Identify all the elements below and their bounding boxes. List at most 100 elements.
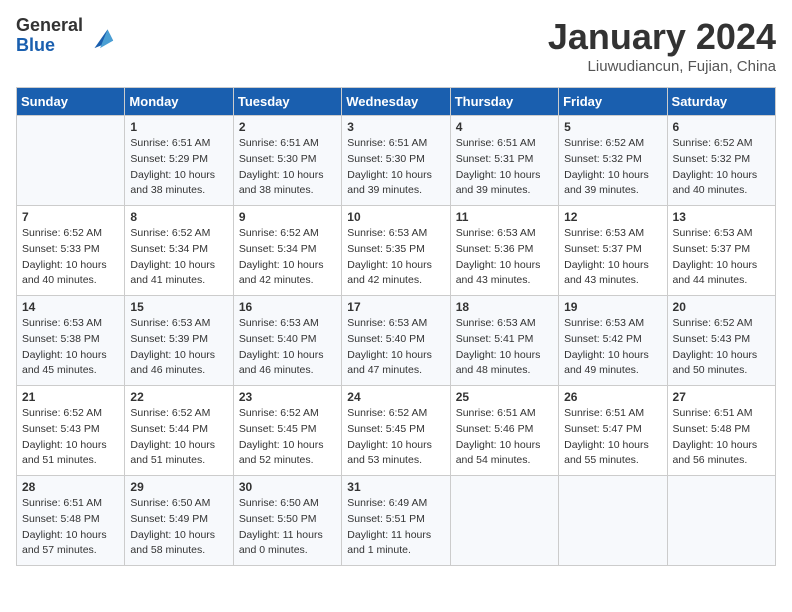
day-number: 29 [130, 480, 227, 494]
logo: General Blue [16, 16, 115, 56]
calendar-cell: 6 Sunrise: 6:52 AM Sunset: 5:32 PM Daylig… [667, 116, 775, 206]
day-info: Sunrise: 6:52 AM Sunset: 5:45 PM Dayligh… [239, 406, 336, 469]
calendar-cell: 31 Sunrise: 6:49 AM Sunset: 5:51 PM Dayli… [342, 476, 450, 566]
day-number: 31 [347, 480, 444, 494]
calendar-cell: 20Sunrise: 6:52 AM Sunset: 5:43 PM Dayli… [667, 296, 775, 386]
header-cell-monday: Monday [125, 88, 233, 116]
day-info: Sunrise: 6:52 AM Sunset: 5:43 PM Dayligh… [22, 406, 119, 469]
header: General Blue January 2024 Liuwudiancun, … [16, 16, 776, 75]
day-number: 7 [22, 210, 119, 224]
day-number: 8 [130, 210, 227, 224]
header-cell-tuesday: Tuesday [233, 88, 341, 116]
day-info: Sunrise: 6:51 AM Sunset: 5:30 PM Dayligh… [239, 136, 336, 199]
day-info: Sunrise: 6:52 AM Sunset: 5:33 PM Dayligh… [22, 226, 119, 289]
calendar-cell [667, 476, 775, 566]
day-info: Sunrise: 6:51 AM Sunset: 5:46 PM Dayligh… [456, 406, 553, 469]
calendar-week-1: 1 Sunrise: 6:51 AM Sunset: 5:29 PM Daylig… [17, 116, 776, 206]
day-number: 27 [673, 390, 770, 404]
calendar-cell: 28 Sunrise: 6:51 AM Sunset: 5:48 PM Dayli… [17, 476, 125, 566]
calendar-cell: 14Sunrise: 6:53 AM Sunset: 5:38 PM Dayli… [17, 296, 125, 386]
day-info: Sunrise: 6:53 AM Sunset: 5:40 PM Dayligh… [347, 316, 444, 379]
day-number: 3 [347, 120, 444, 134]
day-info: Sunrise: 6:53 AM Sunset: 5:36 PM Dayligh… [456, 226, 553, 289]
calendar-cell: 27Sunrise: 6:51 AM Sunset: 5:48 PM Dayli… [667, 386, 775, 476]
calendar-week-2: 7 Sunrise: 6:52 AM Sunset: 5:33 PM Daylig… [17, 206, 776, 296]
logo-general: General [16, 16, 83, 36]
day-number: 19 [564, 300, 661, 314]
header-cell-friday: Friday [559, 88, 667, 116]
calendar-cell: 22Sunrise: 6:52 AM Sunset: 5:44 PM Dayli… [125, 386, 233, 476]
day-info: Sunrise: 6:52 AM Sunset: 5:32 PM Dayligh… [564, 136, 661, 199]
logo-blue: Blue [16, 36, 83, 56]
day-number: 1 [130, 120, 227, 134]
day-number: 13 [673, 210, 770, 224]
header-cell-wednesday: Wednesday [342, 88, 450, 116]
day-info: Sunrise: 6:53 AM Sunset: 5:42 PM Dayligh… [564, 316, 661, 379]
day-number: 10 [347, 210, 444, 224]
calendar-cell: 3 Sunrise: 6:51 AM Sunset: 5:30 PM Daylig… [342, 116, 450, 206]
day-info: Sunrise: 6:53 AM Sunset: 5:37 PM Dayligh… [673, 226, 770, 289]
title-area: January 2024 Liuwudiancun, Fujian, China [548, 16, 776, 75]
day-info: Sunrise: 6:50 AM Sunset: 5:49 PM Dayligh… [130, 496, 227, 559]
day-info: Sunrise: 6:51 AM Sunset: 5:47 PM Dayligh… [564, 406, 661, 469]
location: Liuwudiancun, Fujian, China [548, 58, 776, 75]
calendar-cell: 19 Sunrise: 6:53 AM Sunset: 5:42 PM Dayli… [559, 296, 667, 386]
calendar-cell [450, 476, 558, 566]
day-info: Sunrise: 6:51 AM Sunset: 5:30 PM Dayligh… [347, 136, 444, 199]
calendar-week-3: 14Sunrise: 6:53 AM Sunset: 5:38 PM Dayli… [17, 296, 776, 386]
day-info: Sunrise: 6:53 AM Sunset: 5:35 PM Dayligh… [347, 226, 444, 289]
calendar-cell: 12Sunrise: 6:53 AM Sunset: 5:37 PM Dayli… [559, 206, 667, 296]
calendar-cell: 25 Sunrise: 6:51 AM Sunset: 5:46 PM Dayli… [450, 386, 558, 476]
day-info: Sunrise: 6:51 AM Sunset: 5:29 PM Dayligh… [130, 136, 227, 199]
day-number: 25 [456, 390, 553, 404]
calendar-cell: 13 Sunrise: 6:53 AM Sunset: 5:37 PM Dayli… [667, 206, 775, 296]
day-info: Sunrise: 6:52 AM Sunset: 5:32 PM Dayligh… [673, 136, 770, 199]
day-info: Sunrise: 6:53 AM Sunset: 5:38 PM Dayligh… [22, 316, 119, 379]
day-number: 30 [239, 480, 336, 494]
calendar-cell [17, 116, 125, 206]
day-number: 26 [564, 390, 661, 404]
day-info: Sunrise: 6:49 AM Sunset: 5:51 PM Dayligh… [347, 496, 444, 559]
day-info: Sunrise: 6:53 AM Sunset: 5:41 PM Dayligh… [456, 316, 553, 379]
day-info: Sunrise: 6:51 AM Sunset: 5:48 PM Dayligh… [22, 496, 119, 559]
day-info: Sunrise: 6:53 AM Sunset: 5:37 PM Dayligh… [564, 226, 661, 289]
header-cell-thursday: Thursday [450, 88, 558, 116]
calendar-cell: 26 Sunrise: 6:51 AM Sunset: 5:47 PM Dayli… [559, 386, 667, 476]
calendar-cell: 24Sunrise: 6:52 AM Sunset: 5:45 PM Dayli… [342, 386, 450, 476]
calendar-cell: 15 Sunrise: 6:53 AM Sunset: 5:39 PM Dayli… [125, 296, 233, 386]
day-number: 15 [130, 300, 227, 314]
day-number: 4 [456, 120, 553, 134]
day-number: 16 [239, 300, 336, 314]
day-info: Sunrise: 6:50 AM Sunset: 5:50 PM Dayligh… [239, 496, 336, 559]
calendar-cell: 8 Sunrise: 6:52 AM Sunset: 5:34 PM Daylig… [125, 206, 233, 296]
calendar-cell: 11Sunrise: 6:53 AM Sunset: 5:36 PM Dayli… [450, 206, 558, 296]
logo-icon [87, 22, 115, 50]
day-number: 9 [239, 210, 336, 224]
calendar-cell: 10 Sunrise: 6:53 AM Sunset: 5:35 PM Dayli… [342, 206, 450, 296]
day-info: Sunrise: 6:52 AM Sunset: 5:34 PM Dayligh… [239, 226, 336, 289]
day-info: Sunrise: 6:53 AM Sunset: 5:40 PM Dayligh… [239, 316, 336, 379]
day-number: 5 [564, 120, 661, 134]
calendar-table: SundayMondayTuesdayWednesdayThursdayFrid… [16, 87, 776, 566]
day-number: 6 [673, 120, 770, 134]
day-number: 21 [22, 390, 119, 404]
calendar-week-5: 28 Sunrise: 6:51 AM Sunset: 5:48 PM Dayli… [17, 476, 776, 566]
day-number: 28 [22, 480, 119, 494]
calendar-cell: 9 Sunrise: 6:52 AM Sunset: 5:34 PM Daylig… [233, 206, 341, 296]
day-info: Sunrise: 6:52 AM Sunset: 5:34 PM Dayligh… [130, 226, 227, 289]
calendar-cell: 29 Sunrise: 6:50 AM Sunset: 5:49 PM Dayli… [125, 476, 233, 566]
calendar-cell: 21 Sunrise: 6:52 AM Sunset: 5:43 PM Dayli… [17, 386, 125, 476]
calendar-cell: 16 Sunrise: 6:53 AM Sunset: 5:40 PM Dayli… [233, 296, 341, 386]
calendar-cell: 18 Sunrise: 6:53 AM Sunset: 5:41 PM Dayli… [450, 296, 558, 386]
day-number: 23 [239, 390, 336, 404]
day-info: Sunrise: 6:52 AM Sunset: 5:43 PM Dayligh… [673, 316, 770, 379]
calendar-cell: 4Sunrise: 6:51 AM Sunset: 5:31 PM Daylig… [450, 116, 558, 206]
day-number: 17 [347, 300, 444, 314]
calendar-cell: 7 Sunrise: 6:52 AM Sunset: 5:33 PM Daylig… [17, 206, 125, 296]
calendar-cell: 30 Sunrise: 6:50 AM Sunset: 5:50 PM Dayli… [233, 476, 341, 566]
day-number: 18 [456, 300, 553, 314]
calendar-cell: 23 Sunrise: 6:52 AM Sunset: 5:45 PM Dayli… [233, 386, 341, 476]
day-info: Sunrise: 6:53 AM Sunset: 5:39 PM Dayligh… [130, 316, 227, 379]
day-number: 22 [130, 390, 227, 404]
header-cell-saturday: Saturday [667, 88, 775, 116]
